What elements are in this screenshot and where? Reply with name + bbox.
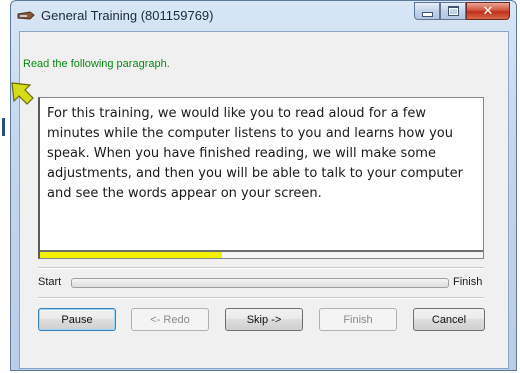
window-controls: ✕ — [414, 2, 510, 20]
minimize-button[interactable] — [414, 2, 440, 20]
divider — [38, 267, 484, 269]
reading-progress-fill — [40, 252, 222, 258]
maximize-icon — [447, 6, 459, 16]
desktop-background — [0, 0, 10, 373]
finish-button[interactable]: Finish — [319, 308, 397, 331]
minimize-icon — [421, 11, 433, 17]
reading-pointer-arrow-icon — [11, 82, 34, 105]
training-window: General Training (801159769) ✕ Read the … — [10, 0, 517, 371]
reading-passage: For this training, we would like you to … — [47, 106, 463, 201]
redo-button[interactable]: <- Redo — [131, 308, 209, 331]
skip-button[interactable]: Skip -> — [225, 308, 303, 331]
title-bar[interactable]: General Training (801159769) ✕ — [11, 1, 516, 31]
instruction-text: Read the following paragraph. — [23, 58, 170, 70]
overall-progress-bar — [71, 278, 449, 288]
pause-button[interactable]: Pause — [38, 308, 116, 331]
finish-label: Finish — [453, 276, 483, 288]
cancel-button[interactable]: Cancel — [413, 308, 485, 331]
window-title: General Training (801159769) — [41, 8, 214, 23]
reading-passage-box: For this training, we would like you to … — [38, 97, 484, 259]
reading-progress-track — [40, 250, 483, 258]
speech-app-icon — [17, 11, 35, 20]
close-button[interactable]: ✕ — [466, 2, 510, 20]
divider — [38, 297, 484, 299]
start-label: Start — [38, 276, 62, 288]
maximize-button[interactable] — [440, 2, 466, 20]
close-icon: ✕ — [482, 3, 494, 19]
desktop-edge-mark — [2, 118, 5, 136]
